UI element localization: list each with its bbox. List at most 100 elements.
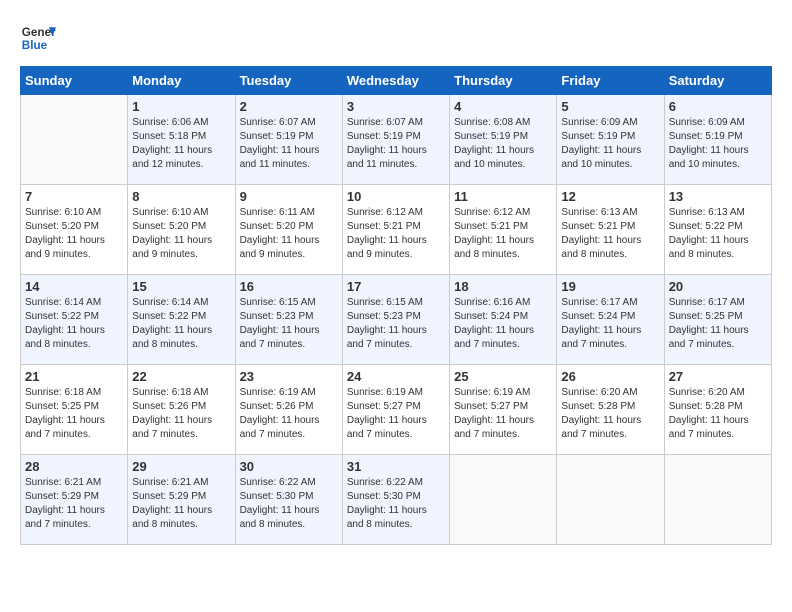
day-number: 18 <box>454 279 552 294</box>
day-number: 24 <box>347 369 445 384</box>
header-day-thursday: Thursday <box>450 67 557 95</box>
calendar-cell: 29 Sunrise: 6:21 AMSunset: 5:29 PMDayligh… <box>128 455 235 545</box>
day-number: 4 <box>454 99 552 114</box>
day-number: 3 <box>347 99 445 114</box>
calendar-week-row: 7 Sunrise: 6:10 AMSunset: 5:20 PMDaylight… <box>21 185 772 275</box>
header-day-wednesday: Wednesday <box>342 67 449 95</box>
day-info: Sunrise: 6:07 AMSunset: 5:19 PMDaylight:… <box>347 116 445 172</box>
day-number: 14 <box>25 279 123 294</box>
calendar-cell: 10 Sunrise: 6:12 AMSunset: 5:21 PMDayligh… <box>342 185 449 275</box>
calendar-cell: 1 Sunrise: 6:06 AMSunset: 5:18 PMDaylight… <box>128 95 235 185</box>
day-number: 7 <box>25 189 123 204</box>
day-number: 1 <box>132 99 230 114</box>
day-info: Sunrise: 6:19 AMSunset: 5:27 PMDaylight:… <box>454 386 552 442</box>
day-info: Sunrise: 6:08 AMSunset: 5:19 PMDaylight:… <box>454 116 552 172</box>
day-info: Sunrise: 6:09 AMSunset: 5:19 PMDaylight:… <box>669 116 767 172</box>
calendar-cell: 14 Sunrise: 6:14 AMSunset: 5:22 PMDayligh… <box>21 275 128 365</box>
day-info: Sunrise: 6:21 AMSunset: 5:29 PMDaylight:… <box>25 476 123 532</box>
calendar-table: SundayMondayTuesdayWednesdayThursdayFrid… <box>20 66 772 545</box>
calendar-header-row: SundayMondayTuesdayWednesdayThursdayFrid… <box>21 67 772 95</box>
calendar-cell: 23Sunrise: 6:19 AMSunset: 5:26 PMDayligh… <box>235 365 342 455</box>
day-number: 10 <box>347 189 445 204</box>
day-info: Sunrise: 6:21 AMSunset: 5:29 PMDaylight:… <box>132 476 230 532</box>
day-info: Sunrise: 6:18 AMSunset: 5:25 PMDaylight:… <box>25 386 123 442</box>
calendar-cell: 6Sunrise: 6:09 AMSunset: 5:19 PMDaylight… <box>664 95 771 185</box>
day-info: Sunrise: 6:13 AMSunset: 5:21 PMDaylight:… <box>561 206 659 262</box>
logo: General Blue <box>20 20 56 56</box>
header-day-tuesday: Tuesday <box>235 67 342 95</box>
day-number: 22 <box>132 369 230 384</box>
calendar-week-row: 28 Sunrise: 6:21 AMSunset: 5:29 PMDayligh… <box>21 455 772 545</box>
day-info: Sunrise: 6:19 AMSunset: 5:26 PMDaylight:… <box>240 386 338 442</box>
day-number: 29 <box>132 459 230 474</box>
calendar-cell: 24 Sunrise: 6:19 AMSunset: 5:27 PMDayligh… <box>342 365 449 455</box>
day-info: Sunrise: 6:06 AMSunset: 5:18 PMDaylight:… <box>132 116 230 172</box>
day-info: Sunrise: 6:20 AMSunset: 5:28 PMDaylight:… <box>669 386 767 442</box>
logo-icon: General Blue <box>20 20 56 56</box>
day-info: Sunrise: 6:12 AMSunset: 5:21 PMDaylight:… <box>454 206 552 262</box>
calendar-cell <box>664 455 771 545</box>
day-number: 12 <box>561 189 659 204</box>
day-number: 28 <box>25 459 123 474</box>
calendar-cell: 4 Sunrise: 6:08 AMSunset: 5:19 PMDaylight… <box>450 95 557 185</box>
day-info: Sunrise: 6:14 AMSunset: 5:22 PMDaylight:… <box>25 296 123 352</box>
calendar-week-row: 21 Sunrise: 6:18 AMSunset: 5:25 PMDayligh… <box>21 365 772 455</box>
day-info: Sunrise: 6:13 AMSunset: 5:22 PMDaylight:… <box>669 206 767 262</box>
day-info: Sunrise: 6:17 AMSunset: 5:24 PMDaylight:… <box>561 296 659 352</box>
day-number: 2 <box>240 99 338 114</box>
day-info: Sunrise: 6:19 AMSunset: 5:27 PMDaylight:… <box>347 386 445 442</box>
calendar-cell: 3 Sunrise: 6:07 AMSunset: 5:19 PMDaylight… <box>342 95 449 185</box>
day-number: 25 <box>454 369 552 384</box>
calendar-cell: 16Sunrise: 6:15 AMSunset: 5:23 PMDayligh… <box>235 275 342 365</box>
calendar-week-row: 1 Sunrise: 6:06 AMSunset: 5:18 PMDaylight… <box>21 95 772 185</box>
day-number: 19 <box>561 279 659 294</box>
calendar-cell: 26Sunrise: 6:20 AMSunset: 5:28 PMDayligh… <box>557 365 664 455</box>
calendar-cell: 27 Sunrise: 6:20 AMSunset: 5:28 PMDayligh… <box>664 365 771 455</box>
calendar-cell: 5 Sunrise: 6:09 AMSunset: 5:19 PMDaylight… <box>557 95 664 185</box>
day-info: Sunrise: 6:22 AMSunset: 5:30 PMDaylight:… <box>347 476 445 532</box>
day-info: Sunrise: 6:15 AMSunset: 5:23 PMDaylight:… <box>347 296 445 352</box>
day-number: 27 <box>669 369 767 384</box>
calendar-cell <box>21 95 128 185</box>
day-info: Sunrise: 6:20 AMSunset: 5:28 PMDaylight:… <box>561 386 659 442</box>
day-number: 15 <box>132 279 230 294</box>
day-number: 17 <box>347 279 445 294</box>
day-number: 5 <box>561 99 659 114</box>
header-day-saturday: Saturday <box>664 67 771 95</box>
day-number: 31 <box>347 459 445 474</box>
day-info: Sunrise: 6:10 AMSunset: 5:20 PMDaylight:… <box>132 206 230 262</box>
day-info: Sunrise: 6:07 AMSunset: 5:19 PMDaylight:… <box>240 116 338 172</box>
calendar-cell: 12 Sunrise: 6:13 AMSunset: 5:21 PMDayligh… <box>557 185 664 275</box>
day-number: 13 <box>669 189 767 204</box>
calendar-cell: 7 Sunrise: 6:10 AMSunset: 5:20 PMDaylight… <box>21 185 128 275</box>
day-info: Sunrise: 6:12 AMSunset: 5:21 PMDaylight:… <box>347 206 445 262</box>
day-info: Sunrise: 6:17 AMSunset: 5:25 PMDaylight:… <box>669 296 767 352</box>
calendar-cell <box>450 455 557 545</box>
calendar-cell: 9 Sunrise: 6:11 AMSunset: 5:20 PMDaylight… <box>235 185 342 275</box>
day-info: Sunrise: 6:10 AMSunset: 5:20 PMDaylight:… <box>25 206 123 262</box>
calendar-cell: 19 Sunrise: 6:17 AMSunset: 5:24 PMDayligh… <box>557 275 664 365</box>
calendar-cell: 18 Sunrise: 6:16 AMSunset: 5:24 PMDayligh… <box>450 275 557 365</box>
day-number: 11 <box>454 189 552 204</box>
calendar-cell <box>557 455 664 545</box>
calendar-cell: 13 Sunrise: 6:13 AMSunset: 5:22 PMDayligh… <box>664 185 771 275</box>
day-number: 30 <box>240 459 338 474</box>
calendar-cell: 17 Sunrise: 6:15 AMSunset: 5:23 PMDayligh… <box>342 275 449 365</box>
calendar-cell: 8 Sunrise: 6:10 AMSunset: 5:20 PMDaylight… <box>128 185 235 275</box>
calendar-cell: 22 Sunrise: 6:18 AMSunset: 5:26 PMDayligh… <box>128 365 235 455</box>
calendar-cell: 2 Sunrise: 6:07 AMSunset: 5:19 PMDaylight… <box>235 95 342 185</box>
day-info: Sunrise: 6:11 AMSunset: 5:20 PMDaylight:… <box>240 206 338 262</box>
calendar-cell: 31 Sunrise: 6:22 AMSunset: 5:30 PMDayligh… <box>342 455 449 545</box>
day-info: Sunrise: 6:18 AMSunset: 5:26 PMDaylight:… <box>132 386 230 442</box>
calendar-cell: 30 Sunrise: 6:22 AMSunset: 5:30 PMDayligh… <box>235 455 342 545</box>
day-info: Sunrise: 6:09 AMSunset: 5:19 PMDaylight:… <box>561 116 659 172</box>
day-number: 9 <box>240 189 338 204</box>
calendar-cell: 28 Sunrise: 6:21 AMSunset: 5:29 PMDayligh… <box>21 455 128 545</box>
day-number: 8 <box>132 189 230 204</box>
day-info: Sunrise: 6:22 AMSunset: 5:30 PMDaylight:… <box>240 476 338 532</box>
header-day-sunday: Sunday <box>21 67 128 95</box>
day-info: Sunrise: 6:16 AMSunset: 5:24 PMDaylight:… <box>454 296 552 352</box>
svg-text:Blue: Blue <box>22 39 48 52</box>
day-info: Sunrise: 6:15 AMSunset: 5:23 PMDaylight:… <box>240 296 338 352</box>
day-number: 21 <box>25 369 123 384</box>
